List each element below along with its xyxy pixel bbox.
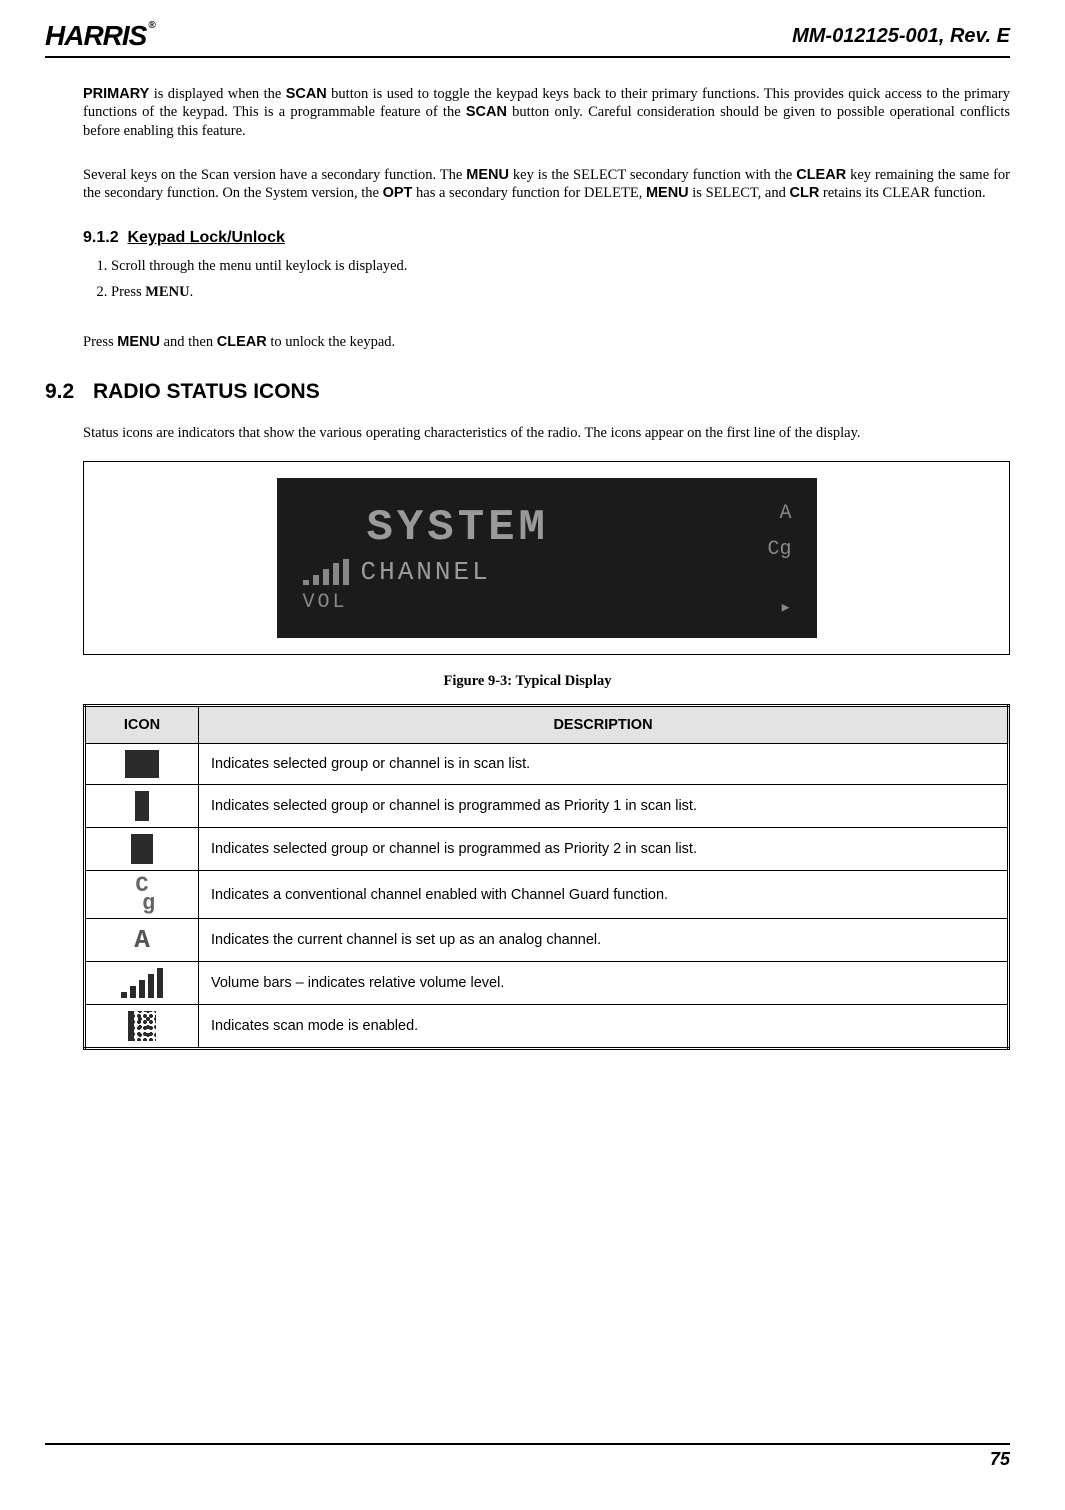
signal-bars-icon	[303, 559, 349, 585]
icon-scan-list	[85, 744, 199, 785]
kw-clear: CLEAR	[217, 334, 267, 350]
kw-menu: MENU	[117, 334, 160, 350]
text: Press	[83, 334, 117, 350]
heading-title: Keypad Lock/Unlock	[127, 229, 284, 246]
kw-clear: CLEAR	[796, 167, 846, 183]
lcd-system-text: SYSTEM	[367, 503, 549, 553]
desc-cell: Indicates the current channel is set up …	[199, 919, 1009, 962]
document-id: MM-012125-001, Rev. E	[792, 25, 1010, 48]
text: Several keys on the Scan version have a …	[83, 167, 466, 183]
scan-arrow-icon: ▸	[779, 594, 791, 620]
desc-cell: Indicates selected group or channel is p…	[199, 828, 1009, 871]
kw-menu: MENU	[145, 284, 189, 300]
lcd-vol-text: VOL	[303, 591, 348, 614]
registered-icon: ®	[148, 20, 154, 31]
channel-guard-icon: Cg	[767, 538, 791, 561]
table-row: Indicates selected group or channel is i…	[85, 744, 1009, 785]
table-row: Indicates selected group or channel is p…	[85, 828, 1009, 871]
page: HARRIS ® MM-012125-001, Rev. E PRIMARY i…	[0, 0, 1065, 1480]
desc-cell: Volume bars – indicates relative volume …	[199, 962, 1009, 1005]
icons-table: ICON DESCRIPTION Indicates selected grou…	[83, 704, 1010, 1050]
lcd-row-2: CHANNEL	[297, 557, 797, 587]
icon-volume	[85, 962, 199, 1005]
paragraph-secondary-keys: Several keys on the Scan version have a …	[83, 166, 1010, 204]
text: retains its CLEAR function.	[819, 185, 985, 201]
desc-cell: Indicates a conventional channel enabled…	[199, 871, 1009, 919]
section-number: 9.2	[45, 380, 93, 404]
text: is SELECT, and	[689, 185, 790, 201]
analog-channel-icon: A	[131, 925, 153, 955]
text: has a secondary function for DELETE,	[412, 185, 646, 201]
col-icon: ICON	[85, 706, 199, 744]
text: .	[190, 284, 194, 300]
kw-primary: PRIMARY	[83, 86, 149, 102]
col-description: DESCRIPTION	[199, 706, 1009, 744]
heading-9.1.2: 9.1.2 Keypad Lock/Unlock	[83, 229, 1010, 247]
heading-number: 9.1.2	[83, 229, 119, 246]
table-header-row: ICON DESCRIPTION	[85, 706, 1009, 744]
table-row: Indicates selected group or channel is p…	[85, 785, 1009, 828]
kw-scan: SCAN	[286, 86, 327, 102]
page-number: 75	[990, 1449, 1010, 1470]
priority-1-icon	[135, 791, 149, 821]
icon-analog: A	[85, 919, 199, 962]
paragraph-primary: PRIMARY is displayed when the SCAN butto…	[83, 85, 1010, 142]
table-row: A Indicates the current channel is set u…	[85, 919, 1009, 962]
volume-bars-icon	[121, 968, 163, 998]
paragraph-unlock: Press MENU and then CLEAR to unlock the …	[83, 333, 1010, 352]
text: is displayed when the	[149, 86, 285, 102]
step-2: Press MENU.	[111, 283, 1010, 303]
icon-priority1	[85, 785, 199, 828]
kw-opt: OPT	[383, 185, 413, 201]
lcd-row-1: SYSTEM	[297, 503, 797, 553]
kw-menu: MENU	[646, 185, 689, 201]
icon-scan-mode	[85, 1005, 199, 1049]
desc-cell: Indicates selected group or channel is p…	[199, 785, 1009, 828]
keypad-lock-steps: Scroll through the menu until keylock is…	[83, 257, 1010, 308]
desc-cell: Indicates selected group or channel is i…	[199, 744, 1009, 785]
text: Press	[111, 284, 145, 300]
figure-9-3-frame: SYSTEM CHANNEL VOL A Cg ▸	[83, 461, 1010, 655]
page-footer: 75	[45, 1443, 1010, 1470]
figure-caption: Figure 9-3: Typical Display	[45, 673, 1010, 690]
lcd-row-3: VOL	[297, 591, 797, 614]
scan-list-icon	[125, 750, 159, 778]
icon-channel-guard: C g	[85, 871, 199, 919]
text: to unlock the keypad.	[267, 334, 395, 350]
lcd-display: SYSTEM CHANNEL VOL A Cg ▸	[277, 478, 817, 638]
analog-indicator-icon: A	[779, 502, 791, 525]
section-title: RADIO STATUS ICONS	[93, 380, 320, 403]
harris-logo: HARRIS ®	[45, 20, 155, 52]
table-row: C g Indicates a conventional channel ena…	[85, 871, 1009, 919]
paragraph-status-icons: Status icons are indicators that show th…	[83, 424, 1010, 443]
kw-clr: CLR	[789, 185, 819, 201]
icon-priority2	[85, 828, 199, 871]
kw-menu: MENU	[466, 167, 509, 183]
table-row: Indicates scan mode is enabled.	[85, 1005, 1009, 1049]
priority-2-icon	[131, 834, 153, 864]
lcd-channel-text: CHANNEL	[361, 557, 491, 587]
channel-guard-icon: C g	[129, 877, 155, 912]
text: and then	[160, 334, 217, 350]
desc-cell: Indicates scan mode is enabled.	[199, 1005, 1009, 1049]
page-header: HARRIS ® MM-012125-001, Rev. E	[45, 20, 1010, 58]
step-1: Scroll through the menu until keylock is…	[111, 257, 1010, 277]
heading-9.2: 9.2RADIO STATUS ICONS	[45, 380, 1010, 404]
logo-text: HARRIS	[45, 20, 146, 52]
kw-scan: SCAN	[466, 104, 507, 120]
scan-mode-icon	[128, 1011, 156, 1041]
text: key is the SELECT secondary function wit…	[509, 167, 796, 183]
table-row: Volume bars – indicates relative volume …	[85, 962, 1009, 1005]
